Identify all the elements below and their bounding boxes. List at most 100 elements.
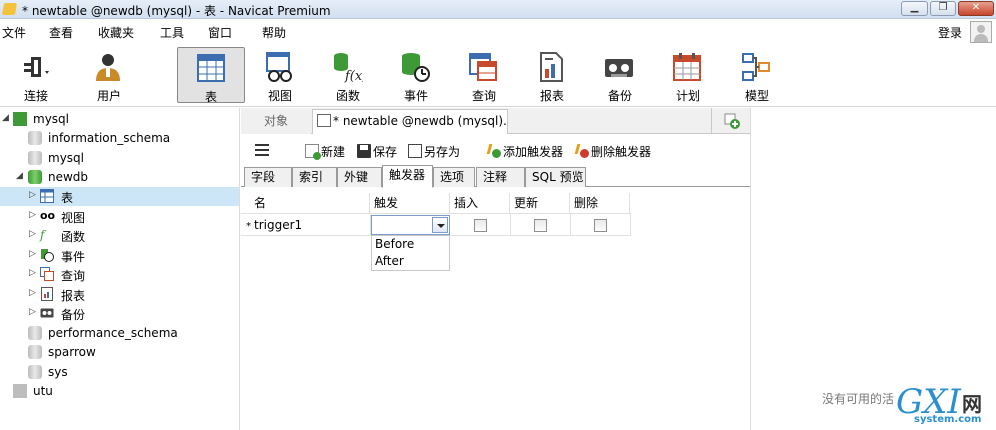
tree-label: 查询 (61, 269, 86, 283)
toolbar-query-button[interactable]: 查询 (452, 47, 516, 103)
column-header-update[interactable]: 更新 (510, 193, 570, 213)
tree-node-reports[interactable]: ▷ 报表 (0, 285, 239, 304)
database-icon (28, 131, 42, 145)
view-icon: oo (40, 209, 56, 222)
column-header-timing[interactable]: 触发 (370, 193, 450, 213)
option-after[interactable]: After (375, 254, 404, 268)
toolbar-schedule-button[interactable]: 计划 (656, 47, 720, 103)
database-icon (28, 170, 42, 184)
menu-window[interactable]: 窗口 (208, 24, 232, 41)
menu-tools[interactable]: 工具 (160, 24, 184, 41)
tree-node-connection-utu[interactable]: utu (0, 382, 239, 401)
tree-node-events[interactable]: ▷ 事件 (0, 246, 239, 265)
save-button[interactable]: 保存 (357, 143, 397, 160)
close-button[interactable]: ✕ (958, 1, 994, 16)
save-label: 保存 (373, 145, 398, 159)
tree-node-connection-mysql[interactable]: ◢ mysql (0, 110, 239, 129)
tree-node-newdb[interactable]: ◢ newdb (0, 168, 239, 187)
delete-trigger-button[interactable]: 删除触发器 (574, 143, 652, 160)
toolbar-report-label: 报表 (539, 89, 564, 103)
tab-foreign-keys[interactable]: 外键 (337, 167, 382, 187)
login-link[interactable]: 登录 (938, 24, 962, 41)
database-icon (28, 326, 42, 340)
tab-comments[interactable]: 注释 (476, 167, 525, 187)
menu-favorites[interactable]: 收藏夹 (98, 24, 134, 41)
tree-node-views[interactable]: ▷ oo 视图 (0, 207, 239, 226)
tab-options[interactable]: 选项 (433, 167, 475, 187)
minimize-button[interactable]: ▁ (901, 1, 928, 16)
model-icon (742, 53, 770, 81)
toolbar-user-label: 用户 (96, 89, 121, 103)
toolbar-backup-button[interactable]: 备份 (588, 47, 652, 103)
timing-select[interactable] (371, 215, 450, 235)
connection-tree: ◢ mysql information_schema mysql ◢ newdb… (0, 108, 240, 430)
new-tab-button[interactable] (711, 108, 750, 134)
tree-node-sys[interactable]: sys (0, 363, 239, 382)
tree-node-functions[interactable]: ▷ f 函数 (0, 226, 239, 245)
tree-label: performance_schema (48, 326, 178, 340)
insert-checkbox[interactable] (474, 219, 487, 232)
expand-toggle-icon[interactable]: ◢ (16, 171, 23, 181)
option-before[interactable]: Before (375, 237, 414, 251)
tree-node-queries[interactable]: ▷ 查询 (0, 265, 239, 284)
toolbar-function-button[interactable]: f(x) 函数 (316, 47, 380, 103)
tab-sql-preview[interactable]: SQL 预览 (525, 167, 586, 187)
designer-toolbar: 新建 保存 另存为 添加触发器 删除触发器 (241, 138, 750, 164)
tree-label: mysql (33, 112, 69, 126)
menu-file[interactable]: 文件 (2, 24, 26, 41)
tree-node-information-schema[interactable]: information_schema (0, 129, 239, 148)
save-as-button[interactable]: 另存为 (408, 143, 460, 160)
connection-icon (13, 384, 27, 398)
toolbar-event-label: 事件 (403, 89, 428, 103)
delete-trigger-label: 删除触发器 (591, 145, 652, 159)
edit-table-icon (317, 114, 331, 127)
tree-node-backups[interactable]: ▷ 备份 (0, 304, 239, 323)
expand-toggle-icon[interactable]: ◢ (2, 113, 9, 123)
maximize-button[interactable]: ❐ (930, 1, 956, 16)
toolbar-report-button[interactable]: 报表 (520, 47, 584, 103)
tab-fields[interactable]: 字段 (244, 167, 292, 187)
tab-indexes[interactable]: 索引 (292, 167, 337, 187)
expand-toggle-icon[interactable]: ▷ (29, 190, 36, 200)
update-checkbox[interactable] (534, 219, 547, 232)
tab-objects[interactable]: 对象 (241, 108, 311, 134)
tree-label: sys (48, 365, 68, 379)
delete-checkbox[interactable] (594, 219, 607, 232)
toolbar-view-button[interactable]: 视图 (248, 47, 312, 103)
toolbar-user-button[interactable]: 用户 (77, 47, 141, 103)
toolbar-table-button[interactable]: 表 (177, 47, 245, 104)
toolbar-event-button[interactable]: 事件 (384, 47, 448, 103)
event-icon (402, 53, 430, 82)
save-as-label: 另存为 (424, 145, 461, 159)
tree-node-mysql-db[interactable]: mysql (0, 149, 239, 168)
menu-view[interactable]: 查看 (49, 24, 73, 41)
avatar-icon[interactable] (970, 21, 992, 43)
tree-label: 表 (61, 191, 74, 205)
new-button[interactable]: 新建 (305, 143, 345, 160)
trigger-name-cell[interactable]: trigger1 (254, 218, 302, 232)
report-icon (41, 287, 53, 301)
toolbar-model-button[interactable]: 模型 (725, 47, 789, 103)
column-header-name[interactable]: 名 (250, 193, 370, 213)
expand-toggle-icon[interactable]: ▷ (29, 268, 36, 278)
tab-triggers[interactable]: 触发器 (382, 165, 433, 188)
title-bar: * newtable @newdb (mysql) - 表 - Navicat … (0, 0, 996, 19)
expand-toggle-icon[interactable]: ▷ (29, 288, 36, 298)
tree-node-sparrow[interactable]: sparrow (0, 343, 239, 362)
menu-help[interactable]: 帮助 (262, 24, 286, 41)
column-header-delete[interactable]: 删除 (570, 193, 630, 213)
tab-newtable[interactable]: * newtable @newdb (mysql)... (312, 109, 508, 134)
tree-node-performance-schema[interactable]: performance_schema (0, 324, 239, 343)
row-marker: * (246, 221, 251, 232)
expand-toggle-icon[interactable]: ▷ (29, 210, 36, 220)
chevron-down-icon[interactable] (432, 217, 448, 233)
expand-toggle-icon[interactable]: ▷ (29, 249, 36, 259)
tree-node-tables[interactable]: ▷ 表 (0, 187, 239, 206)
toolbar-connect-button[interactable]: 连接 (4, 47, 68, 103)
expand-toggle-icon[interactable]: ▷ (29, 229, 36, 239)
expand-toggle-icon[interactable]: ▷ (29, 307, 36, 317)
toolbar-table-label: 表 (204, 90, 217, 104)
menu-hamburger-icon[interactable] (255, 144, 269, 156)
add-trigger-button[interactable]: 添加触发器 (486, 143, 563, 160)
column-header-insert[interactable]: 插入 (450, 193, 510, 213)
